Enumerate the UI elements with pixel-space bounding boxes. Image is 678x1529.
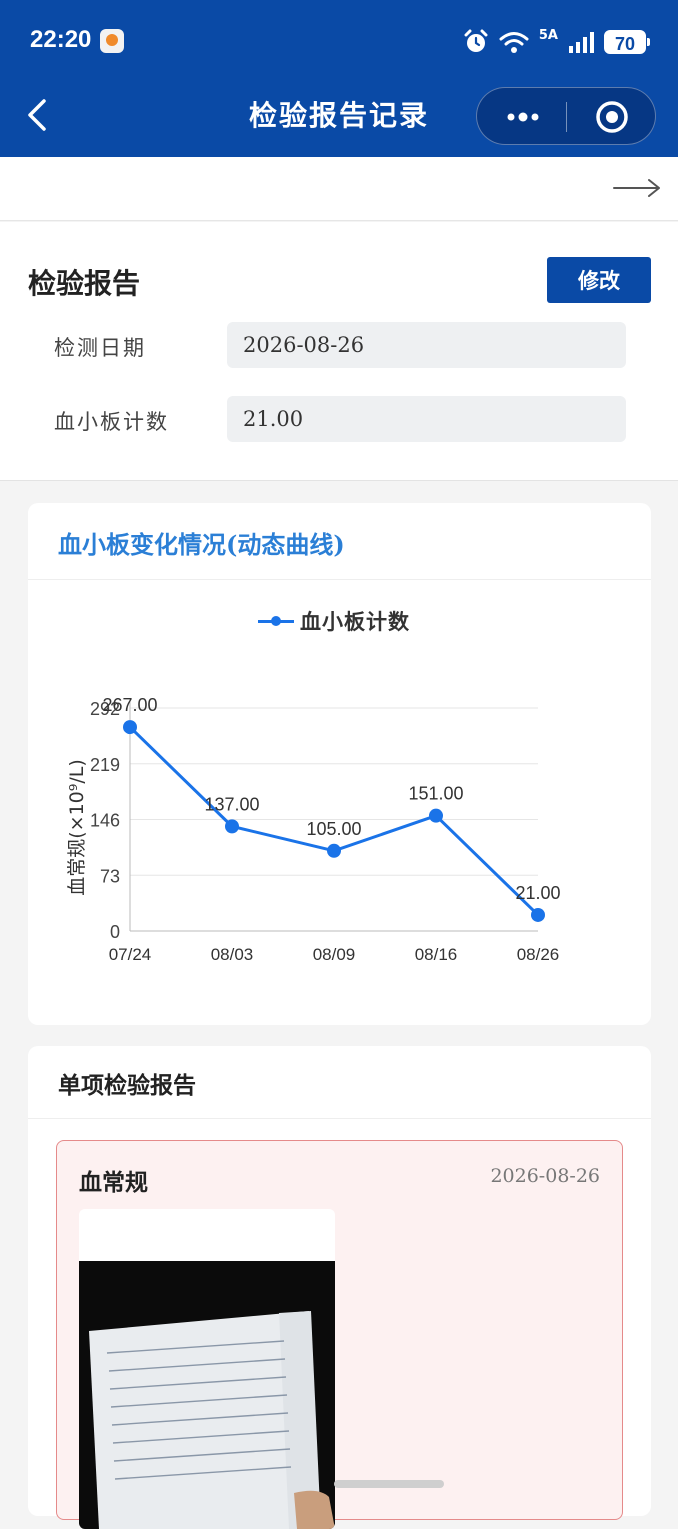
status-icons: 5A 70 bbox=[463, 27, 650, 57]
report-photo-background bbox=[79, 1261, 335, 1529]
report-item-name: 血常规 bbox=[79, 1169, 148, 1196]
y-axis-label: 血常规(×10⁹/L) bbox=[66, 759, 88, 896]
test-date-field[interactable]: 2026-08-26 bbox=[227, 322, 626, 368]
y-tick-label: 0 bbox=[110, 922, 120, 942]
platelet-count-label: 血小板计数 bbox=[54, 410, 169, 434]
arrow-right-icon[interactable] bbox=[612, 178, 662, 198]
status-time: 22:20 bbox=[30, 26, 92, 53]
navigation-strip bbox=[0, 157, 678, 221]
report-title: 检验报告 bbox=[28, 267, 141, 300]
x-tick-label: 08/16 bbox=[415, 945, 458, 964]
battery-icon: 70 bbox=[604, 30, 650, 54]
close-mini-program-icon[interactable] bbox=[595, 100, 629, 134]
report-item-card[interactable]: 血常规 2026-08-26 bbox=[56, 1140, 623, 1529]
more-icon[interactable] bbox=[505, 106, 541, 128]
network-type-label: 5A bbox=[538, 27, 558, 43]
data-label: 137.00 bbox=[204, 794, 259, 814]
x-tick-label: 08/09 bbox=[313, 945, 356, 964]
y-tick-label: 146 bbox=[90, 811, 120, 831]
app-notification-icon bbox=[100, 29, 124, 53]
alarm-icon bbox=[464, 29, 488, 52]
capsule-divider bbox=[566, 102, 567, 132]
x-tick-label: 07/24 bbox=[109, 945, 152, 964]
data-point bbox=[327, 843, 341, 858]
mini-program-capsule bbox=[476, 87, 656, 145]
x-tick-label: 08/26 bbox=[517, 945, 560, 964]
x-tick-label: 08/03 bbox=[211, 945, 254, 964]
items-card-header: 单项检验报告 bbox=[28, 1046, 651, 1119]
items-section-title: 单项检验报告 bbox=[58, 1072, 196, 1099]
data-label: 105.00 bbox=[306, 819, 361, 839]
home-indicator bbox=[334, 1480, 444, 1488]
single-item-reports-card: 单项检验报告 血常规 2026-08-26 bbox=[28, 1046, 651, 1529]
top-bar: 22:20 5A 70 检验报告记录 bbox=[0, 0, 678, 157]
data-point bbox=[123, 720, 137, 735]
data-point bbox=[225, 819, 239, 834]
data-label: 21.00 bbox=[515, 883, 560, 903]
signal-icon bbox=[569, 32, 594, 53]
test-date-label: 检测日期 bbox=[54, 336, 146, 360]
y-tick-label: 219 bbox=[90, 755, 120, 775]
wifi-icon bbox=[499, 32, 529, 53]
data-label: 151.00 bbox=[408, 784, 463, 804]
paper-report-image bbox=[89, 1311, 335, 1529]
platelet-line-chart[interactable]: 073146219292血常规(×10⁹/L)07/24 08/03 08/09 08… bbox=[28, 503, 651, 1025]
data-label: 267.00 bbox=[102, 695, 157, 715]
platelet-count-field[interactable]: 21.00 bbox=[227, 396, 626, 442]
report-panel: 检验报告 修改 检测日期 2026-08-26 血小板计数 21.00 bbox=[0, 222, 678, 481]
data-point bbox=[531, 907, 545, 922]
report-photo-thumbnail[interactable] bbox=[79, 1209, 335, 1529]
report-item-date: 2026-08-26 bbox=[490, 1165, 600, 1187]
chart-card: 血小板变化情况(动态曲线) 血小板计数 0 73 146 219 292 血常规(×10⁹… bbox=[28, 503, 651, 1025]
y-tick-label: 73 bbox=[100, 866, 120, 886]
edit-button[interactable]: 修改 bbox=[547, 257, 651, 303]
data-point bbox=[429, 808, 443, 823]
